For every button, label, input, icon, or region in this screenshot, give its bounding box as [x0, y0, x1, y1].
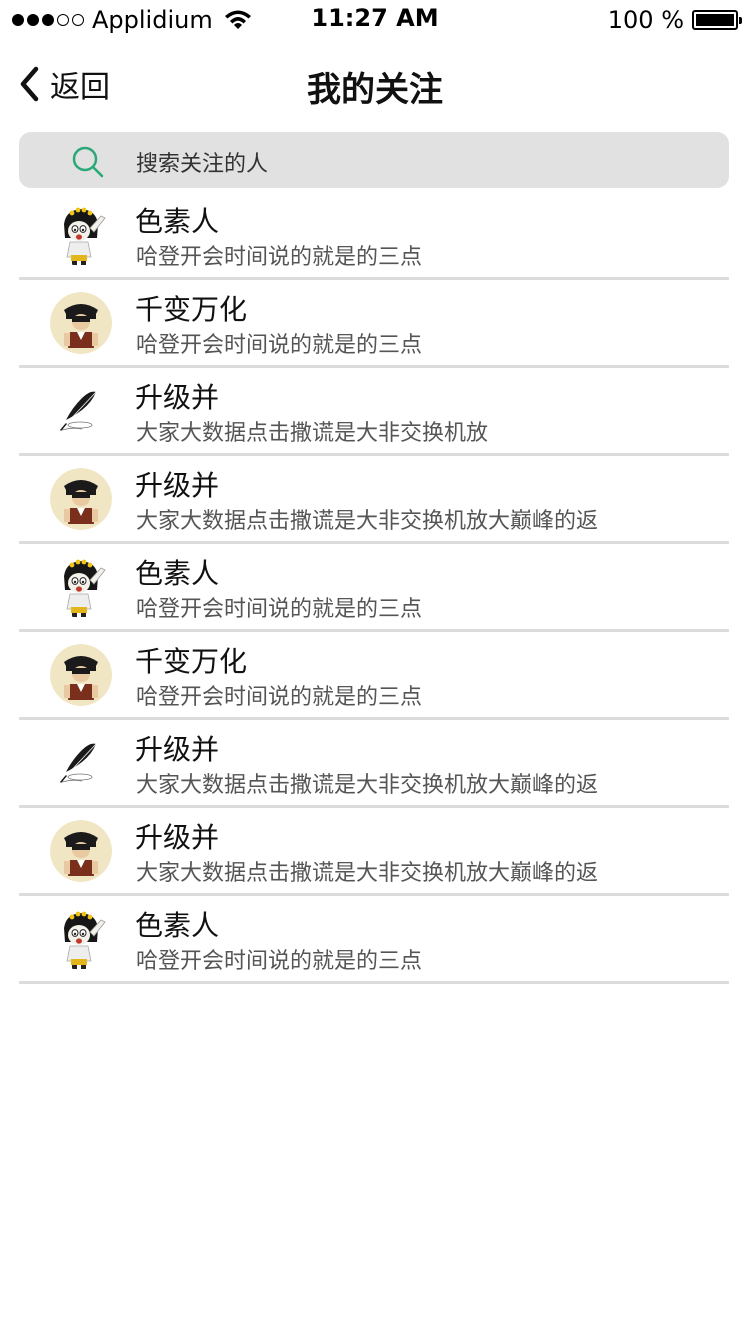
following-list: 色素人 哈登开会时间说的就是的三点 千变万化 哈登开会时间说的就是的三点 升级并 大家…: [0, 192, 750, 984]
item-description: 大家大数据点击撒谎是大非交换机放: [136, 421, 489, 446]
item-description: 哈登开会时间说的就是的三点: [136, 333, 423, 358]
item-name: 升级并: [135, 821, 220, 854]
item-description: 哈登开会时间说的就是的三点: [136, 597, 423, 622]
status-bar: Applidium 11:27 AM 100 %: [0, 0, 750, 40]
girl-avatar: [50, 908, 112, 970]
item-name: 千变万化: [135, 645, 248, 678]
item-name: 色素人: [135, 909, 220, 942]
list-item[interactable]: 色素人哈登开会时间说的就是的三点: [0, 896, 750, 984]
battery-percentage: 100 %: [607, 6, 684, 34]
item-name: 升级并: [135, 469, 220, 502]
search-input[interactable]: 搜索关注的人: [136, 146, 268, 178]
item-description: 大家大数据点击撒谎是大非交换机放大巅峰的返: [136, 509, 599, 534]
item-description: 哈登开会时间说的就是的三点: [136, 245, 423, 270]
boy-avatar: [50, 820, 112, 882]
list-item[interactable]: 升级并大家大数据点击撒谎是大非交换机放大巅峰的返: [0, 808, 750, 896]
page-title: 我的关注: [307, 70, 443, 110]
list-item[interactable]: 色素人哈登开会时间说的就是的三点: [0, 192, 750, 280]
boy-avatar: [50, 644, 112, 706]
boy-avatar: [50, 292, 112, 354]
list-item[interactable]: 色素人哈登开会时间说的就是的三点: [0, 544, 750, 632]
item-name: 升级并: [135, 733, 220, 766]
quill-avatar: [50, 732, 112, 794]
girl-avatar: [50, 204, 112, 266]
girl-avatar: [50, 556, 112, 618]
item-description: 哈登开会时间说的就是的三点: [136, 685, 423, 710]
quill-avatar: [50, 380, 112, 442]
boy-avatar: [50, 468, 112, 530]
list-item[interactable]: 升级并大家大数据点击撒谎是大非交换机放大巅峰的返: [0, 720, 750, 808]
list-item[interactable]: 千变万化哈登开会时间说的就是的三点: [0, 632, 750, 720]
item-name: 千变万化: [135, 293, 248, 326]
search-bar[interactable]: 搜索关注的人: [19, 132, 729, 188]
status-right: 100 %: [607, 5, 742, 35]
navigation-bar: 返回 我的关注: [0, 40, 750, 128]
item-description: 哈登开会时间说的就是的三点: [136, 949, 423, 974]
list-item[interactable]: 升级并大家大数据点击撒谎是大非交换机放大巅峰的返: [0, 456, 750, 544]
item-name: 升级并: [135, 381, 220, 414]
list-item[interactable]: 千变万化哈登开会时间说的就是的三点: [0, 280, 750, 368]
item-name: 色素人: [135, 205, 220, 238]
row-divider: [19, 981, 729, 984]
search-icon: [72, 146, 104, 178]
item-description: 大家大数据点击撒谎是大非交换机放大巅峰的返: [136, 773, 599, 798]
item-description: 大家大数据点击撒谎是大非交换机放大巅峰的返: [136, 861, 599, 886]
screen: Applidium 11:27 AM 100 % 返回 我的关注 搜索关注的人 …: [0, 0, 750, 1334]
battery-icon: [692, 10, 742, 30]
list-item[interactable]: 升级并大家大数据点击撒谎是大非交换机放: [0, 368, 750, 456]
item-name: 色素人: [135, 557, 220, 590]
battery-nub: [739, 17, 742, 24]
battery-fill: [696, 14, 734, 26]
